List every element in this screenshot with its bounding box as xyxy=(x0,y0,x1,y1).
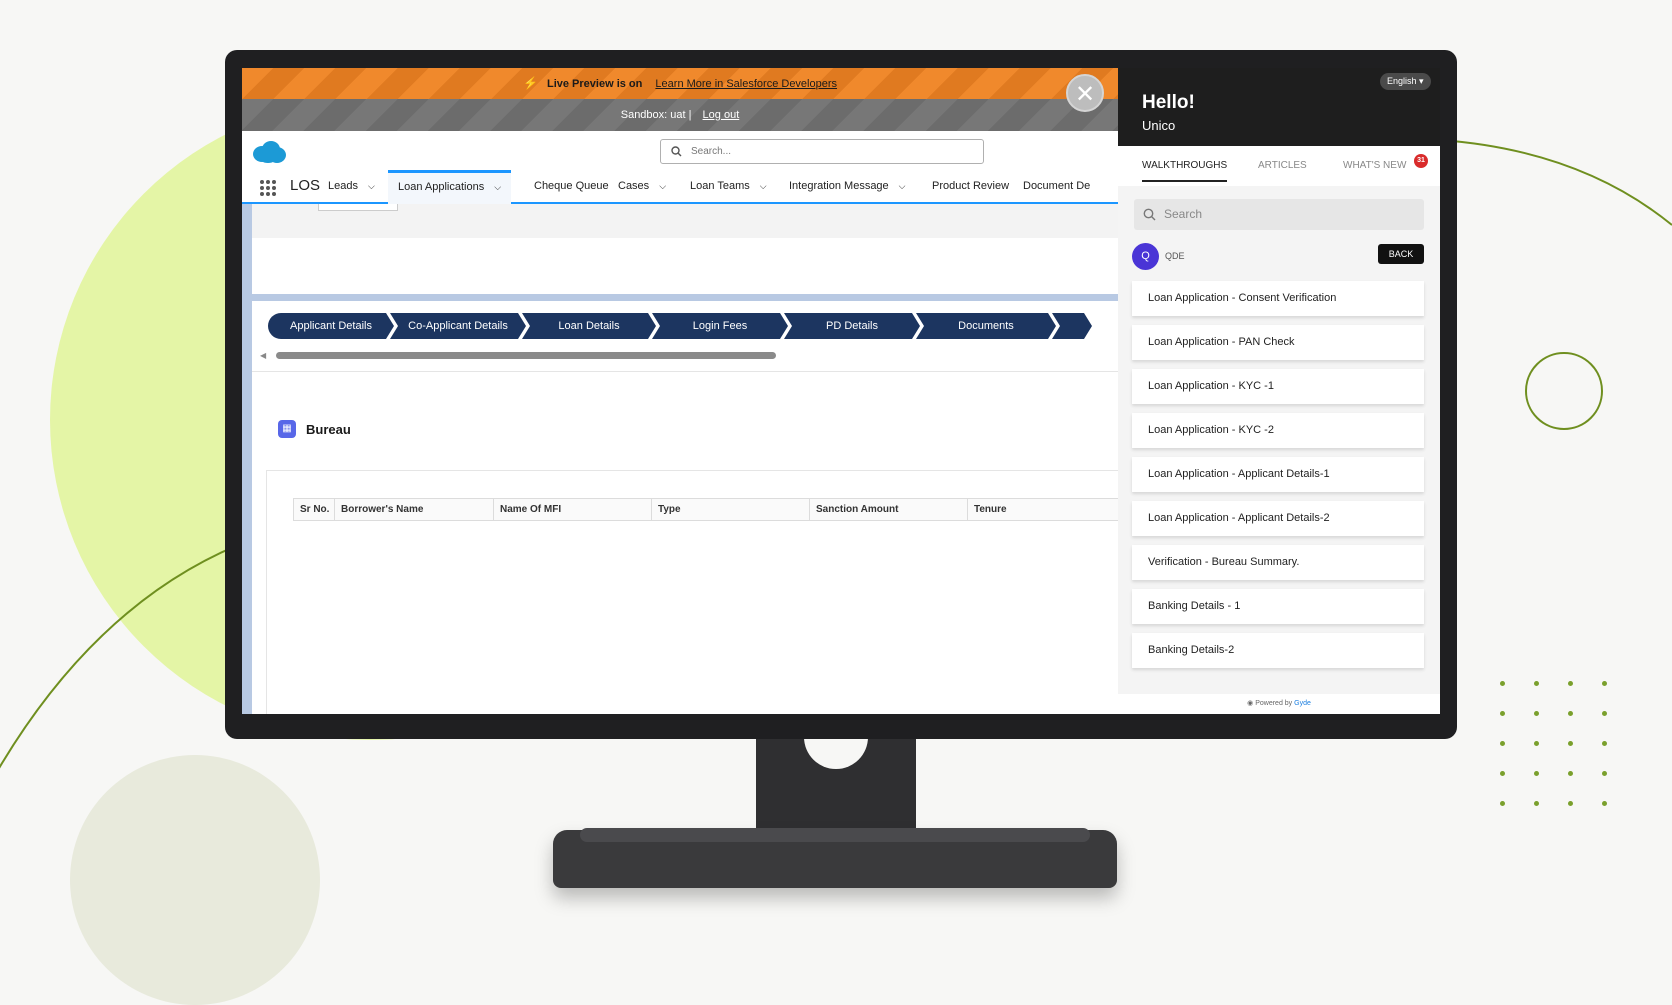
nav-item-label: Loan Applications xyxy=(398,181,485,193)
column-sanction-amount[interactable]: Sanction Amount xyxy=(810,499,968,520)
nav-item-integration-message[interactable]: Integration Message ⌵ xyxy=(789,170,906,202)
app-launcher-icon[interactable] xyxy=(260,180,276,196)
bureau-card: ▦ Bureau Sr No. Borrower's Name Name Of … xyxy=(252,371,1120,714)
close-preview-button[interactable]: ✕ xyxy=(1066,74,1104,112)
walkthrough-item[interactable]: Loan Application - Applicant Details-1 xyxy=(1132,457,1424,492)
nav-item-label: Cheque Queue xyxy=(534,180,609,192)
nav-item-loan-applications[interactable]: Loan Applications ⌵ xyxy=(388,170,512,205)
scroll-left-icon[interactable]: ◀ xyxy=(260,351,266,360)
panel-header: English ▾ Hello! Unico xyxy=(1118,68,1440,146)
path-step-pd-details[interactable]: PD Details xyxy=(784,313,920,339)
learn-more-link[interactable]: Learn More in Salesforce Developers xyxy=(655,78,837,90)
category-avatar: Q xyxy=(1132,243,1159,270)
chevron-down-icon[interactable]: ⌵ xyxy=(760,181,767,191)
chevron-down-icon[interactable]: ⌵ xyxy=(899,181,906,191)
panel-search-input[interactable]: Search xyxy=(1134,199,1424,230)
bureau-title: Bureau xyxy=(306,422,351,437)
walkthrough-item[interactable]: Banking Details - 1 xyxy=(1132,589,1424,624)
monitor-stand-base-top xyxy=(580,828,1090,842)
powered-by-footer: ◉ Powered by Gyde xyxy=(1118,694,1440,714)
live-preview-banner: ⚡ Live Preview is on Learn More in Sales… xyxy=(242,68,1118,99)
panel-search-placeholder: Search xyxy=(1164,207,1203,221)
panel-user-name: Unico xyxy=(1142,118,1176,133)
chevron-down-icon[interactable]: ⌵ xyxy=(368,181,375,191)
bureau-table-header: Sr No. Borrower's Name Name Of MFI Type … xyxy=(293,498,1120,521)
decorative-dot-grid xyxy=(1500,681,1636,831)
nav-item-cases[interactable]: Cases ⌵ xyxy=(618,170,666,202)
powered-by-brand[interactable]: Gyde xyxy=(1294,700,1311,707)
bureau-table: Sr No. Borrower's Name Name Of MFI Type … xyxy=(266,470,1120,714)
nav-item-label: Cases xyxy=(618,180,650,192)
search-placeholder: Search... xyxy=(691,146,732,157)
path-card: Applicant Details Co-Applicant Details L… xyxy=(252,301,1118,371)
walkthrough-item[interactable]: Banking Details-2 xyxy=(1132,633,1424,668)
nav-item-label: Document De xyxy=(1023,180,1091,192)
lightning-icon: ⚡ xyxy=(522,76,538,90)
tab-whats-new[interactable]: WHAT'S NEW xyxy=(1343,160,1406,171)
search-icon xyxy=(671,146,682,157)
column-borrower-name[interactable]: Borrower's Name xyxy=(335,499,494,520)
walkthrough-panel: English ▾ Hello! Unico WALKTHROUGHS ARTI… xyxy=(1118,68,1440,714)
column-tenure[interactable]: Tenure xyxy=(968,499,1120,520)
path-step-login-fees[interactable]: Login Fees xyxy=(652,313,788,339)
walkthrough-list: Loan Application - Consent Verification … xyxy=(1132,281,1424,677)
gyde-logo-icon: ◉ xyxy=(1247,700,1254,707)
column-name-of-mfi[interactable]: Name Of MFI xyxy=(494,499,652,520)
sandbox-banner: Sandbox: uat | Log out xyxy=(242,99,1118,131)
record-header-card xyxy=(252,204,1118,294)
nav-item-leads[interactable]: Leads ⌵ xyxy=(328,170,375,202)
scrollbar-thumb[interactable] xyxy=(276,352,776,359)
path-scrollbar[interactable]: ◀ xyxy=(260,351,1120,361)
monitor-screen: ⚡ Live Preview is on Learn More in Sales… xyxy=(242,68,1440,714)
live-preview-text: Live Preview is on xyxy=(546,78,643,90)
powered-by-text: Powered by xyxy=(1255,700,1293,707)
chevron-down-icon[interactable]: ⌵ xyxy=(494,182,501,192)
walkthrough-item[interactable]: Loan Application - KYC -1 xyxy=(1132,369,1424,404)
language-select[interactable]: English ▾ xyxy=(1380,73,1431,90)
app-navigation-bar: LOS Leads ⌵ Loan Applications ⌵ Cheque Que… xyxy=(242,170,1118,205)
tab-walkthroughs[interactable]: WALKTHROUGHS xyxy=(1142,160,1228,182)
nav-item-label: Product Review xyxy=(932,180,1010,192)
path-step-documents[interactable]: Documents xyxy=(916,313,1056,339)
path-steps: Applicant Details Co-Applicant Details L… xyxy=(268,313,1128,339)
search-icon xyxy=(1143,208,1156,221)
app-name: LOS xyxy=(290,177,321,194)
path-step-co-applicant-details[interactable]: Co-Applicant Details xyxy=(390,313,526,339)
back-button[interactable]: BACK xyxy=(1378,244,1424,264)
path-step-loan-details[interactable]: Loan Details xyxy=(522,313,656,339)
walkthrough-item[interactable]: Verification - Bureau Summary. xyxy=(1132,545,1424,580)
chevron-down-icon[interactable]: ⌵ xyxy=(659,181,666,191)
nav-item-cheque-queue[interactable]: Cheque Queue xyxy=(534,170,609,202)
nav-item-label: Integration Message xyxy=(789,180,889,192)
nav-item-loan-teams[interactable]: Loan Teams ⌵ xyxy=(690,170,767,202)
nav-item-product-review[interactable]: Product Review xyxy=(932,170,1009,202)
path-step-applicant-details[interactable]: Applicant Details xyxy=(268,313,394,339)
bureau-icon: ▦ xyxy=(278,420,296,438)
global-search-input[interactable]: Search... xyxy=(660,139,984,164)
nav-item-label: Loan Teams xyxy=(690,180,750,192)
salesforce-logo-icon xyxy=(253,141,286,163)
logout-link[interactable]: Log out xyxy=(703,109,740,121)
record-tab-stub[interactable] xyxy=(318,204,398,211)
walkthrough-item[interactable]: Loan Application - Applicant Details-2 xyxy=(1132,501,1424,536)
column-sr-no[interactable]: Sr No. xyxy=(294,499,335,520)
whats-new-badge: 31 xyxy=(1414,154,1428,168)
column-type[interactable]: Type xyxy=(652,499,810,520)
nav-item-label: Leads xyxy=(328,180,358,192)
nav-item-document[interactable]: Document De xyxy=(1023,170,1090,202)
panel-tabs: WALKTHROUGHS ARTICLES WHAT'S NEW 31 xyxy=(1118,146,1440,186)
walkthrough-item[interactable]: Loan Application - Consent Verification xyxy=(1132,281,1424,316)
walkthrough-item[interactable]: Loan Application - PAN Check xyxy=(1132,325,1424,360)
panel-greeting: Hello! xyxy=(1142,92,1195,113)
category-name: QDE xyxy=(1165,251,1185,261)
path-step-next[interactable] xyxy=(1052,313,1092,339)
tab-articles[interactable]: ARTICLES xyxy=(1258,160,1307,171)
walkthrough-item[interactable]: Loan Application - KYC -2 xyxy=(1132,413,1424,448)
close-icon: ✕ xyxy=(1074,81,1096,108)
decorative-ring xyxy=(1525,352,1603,430)
sandbox-text: Sandbox: uat | xyxy=(620,109,692,121)
